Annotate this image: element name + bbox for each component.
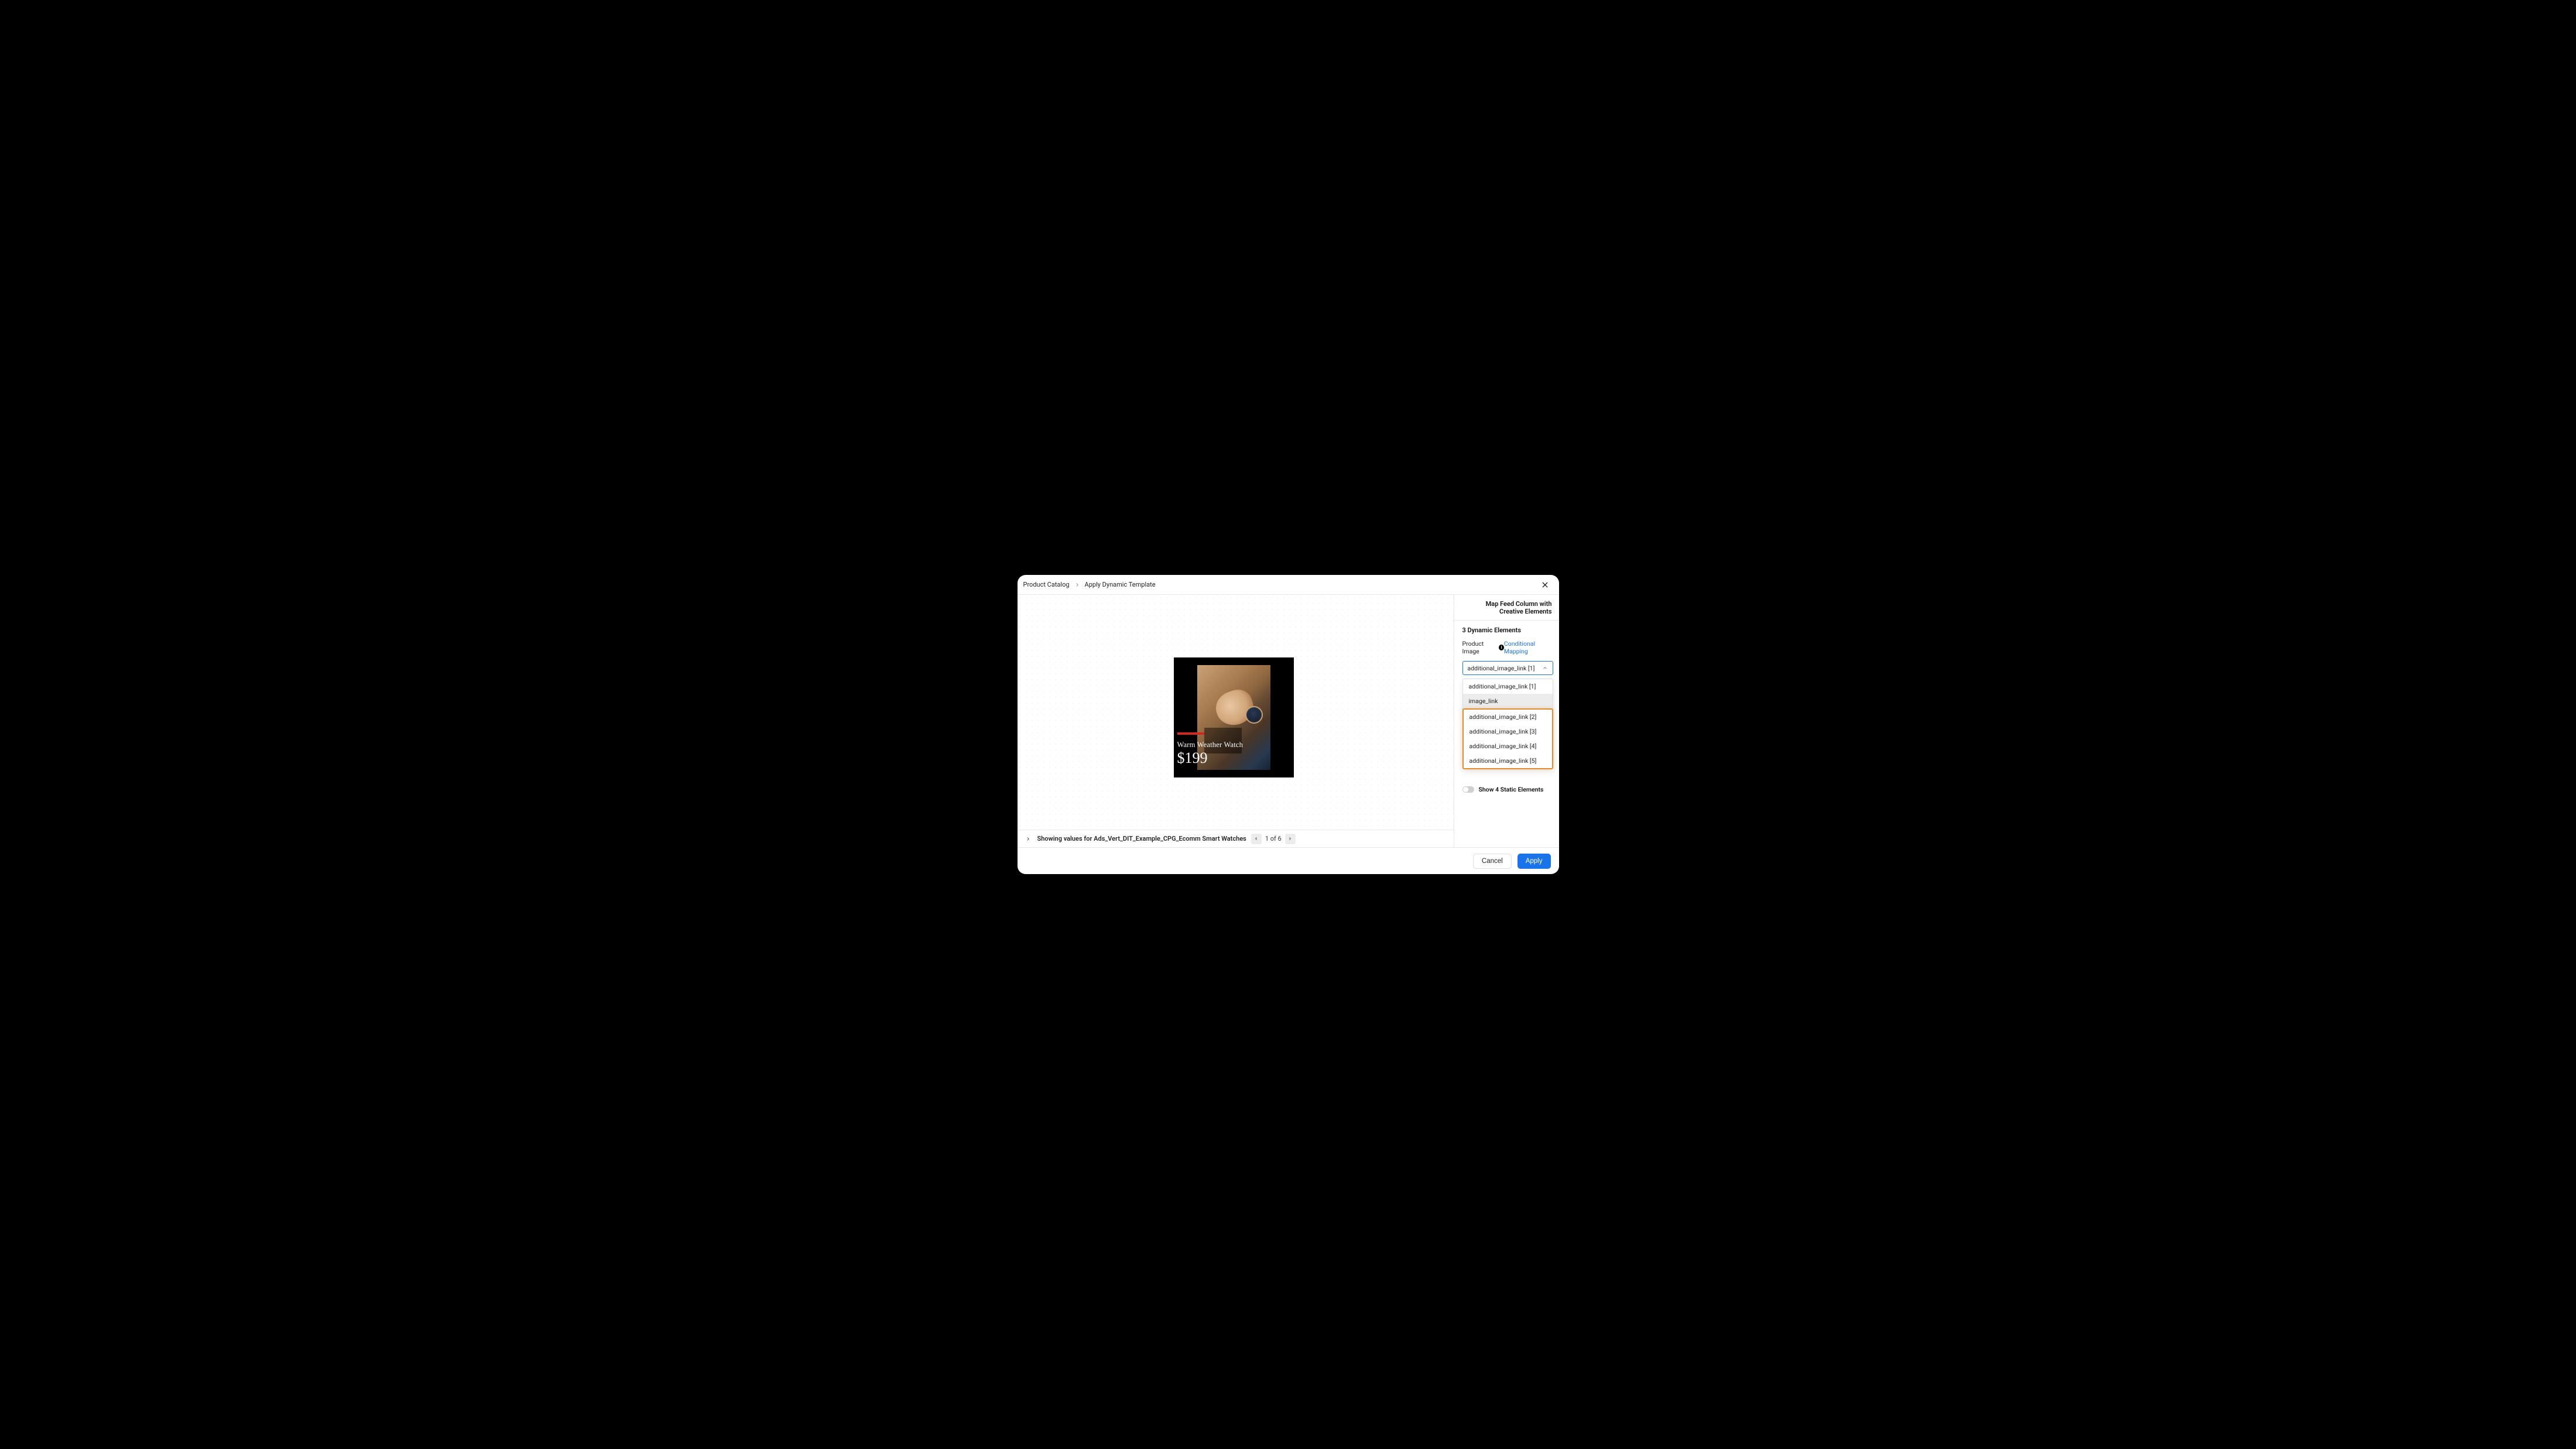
dropdown-options-top: additional_image_link [1] image_link (1463, 679, 1553, 708)
pager-label: 1 of 6 (1265, 835, 1282, 842)
field-label: Product Image i (1462, 640, 1504, 655)
caret-right-icon (1287, 836, 1293, 841)
creative-preview[interactable]: Warm Weather Watch $199 (1174, 657, 1294, 777)
canvas-footer: Showing values for Ads_Vert_DIT_Example_… (1018, 830, 1454, 847)
expand-icon[interactable] (1023, 834, 1033, 844)
breadcrumb: Product Catalog Apply Dynamic Template (1023, 581, 1156, 588)
dropdown-option[interactable]: additional_image_link [1] (1463, 679, 1553, 694)
select-value: additional_image_link [1] (1468, 664, 1535, 672)
cancel-button[interactable]: Cancel (1473, 854, 1512, 869)
dropdown-option[interactable]: additional_image_link [3] (1464, 724, 1552, 739)
close-button[interactable] (1539, 579, 1551, 591)
field-label-text: Product Image (1462, 640, 1497, 655)
canvas-column: Warm Weather Watch $199 Showing values f… (1018, 595, 1454, 847)
chevron-up-icon (1542, 665, 1548, 671)
close-icon (1541, 581, 1549, 589)
accent-bar (1177, 732, 1204, 735)
info-icon[interactable]: i (1499, 645, 1504, 650)
showing-values-label: Showing values for Ads_Vert_DIT_Example_… (1037, 835, 1246, 842)
sidebar-body: 3 Dynamic Elements Product Image i Condi… (1454, 621, 1559, 793)
product-price: $199 (1177, 751, 1290, 766)
static-elements-toggle-label: Show 4 Static Elements (1479, 786, 1544, 793)
breadcrumb-current: Apply Dynamic Template (1085, 581, 1156, 588)
pager: 1 of 6 (1251, 834, 1296, 844)
sidebar: Map Feed Column with Creative Elements 3… (1454, 595, 1559, 847)
static-elements-toggle[interactable] (1462, 786, 1474, 793)
chevron-right-icon (1074, 582, 1080, 588)
dropdown-option[interactable]: additional_image_link [5] (1464, 753, 1552, 768)
sidebar-header: Map Feed Column with Creative Elements (1454, 595, 1559, 621)
select-dropdown: additional_image_link [1] image_link add… (1462, 679, 1553, 769)
field-label-row: Product Image i Conditional Mapping (1462, 640, 1553, 655)
product-title: Warm Weather Watch (1177, 741, 1290, 749)
caret-left-icon (1253, 836, 1259, 841)
dropdown-option[interactable]: image_link (1463, 694, 1553, 708)
static-elements-toggle-row: Show 4 Static Elements (1462, 786, 1553, 793)
pager-prev-button[interactable] (1251, 834, 1262, 844)
apply-button[interactable]: Apply (1517, 854, 1551, 869)
canvas-area[interactable]: Warm Weather Watch $199 (1018, 595, 1454, 830)
dropdown-option[interactable]: additional_image_link [4] (1464, 739, 1552, 753)
conditional-mapping-link[interactable]: Conditional Mapping (1504, 640, 1553, 655)
preview-overlay: Warm Weather Watch $199 (1177, 732, 1290, 766)
dropdown-options-highlighted: additional_image_link [2] additional_ima… (1462, 708, 1553, 769)
pager-next-button[interactable] (1285, 834, 1296, 844)
dynamic-elements-count: 3 Dynamic Elements (1462, 626, 1553, 634)
apply-dynamic-template-modal: Product Catalog Apply Dynamic Template W… (1018, 575, 1559, 874)
breadcrumb-root[interactable]: Product Catalog (1023, 581, 1070, 588)
dropdown-option[interactable]: additional_image_link [2] (1464, 710, 1552, 724)
modal-body: Warm Weather Watch $199 Showing values f… (1018, 595, 1559, 847)
modal-footer: Cancel Apply (1018, 847, 1559, 874)
product-image-select[interactable]: additional_image_link [1] (1462, 661, 1553, 675)
modal-header: Product Catalog Apply Dynamic Template (1018, 575, 1559, 595)
